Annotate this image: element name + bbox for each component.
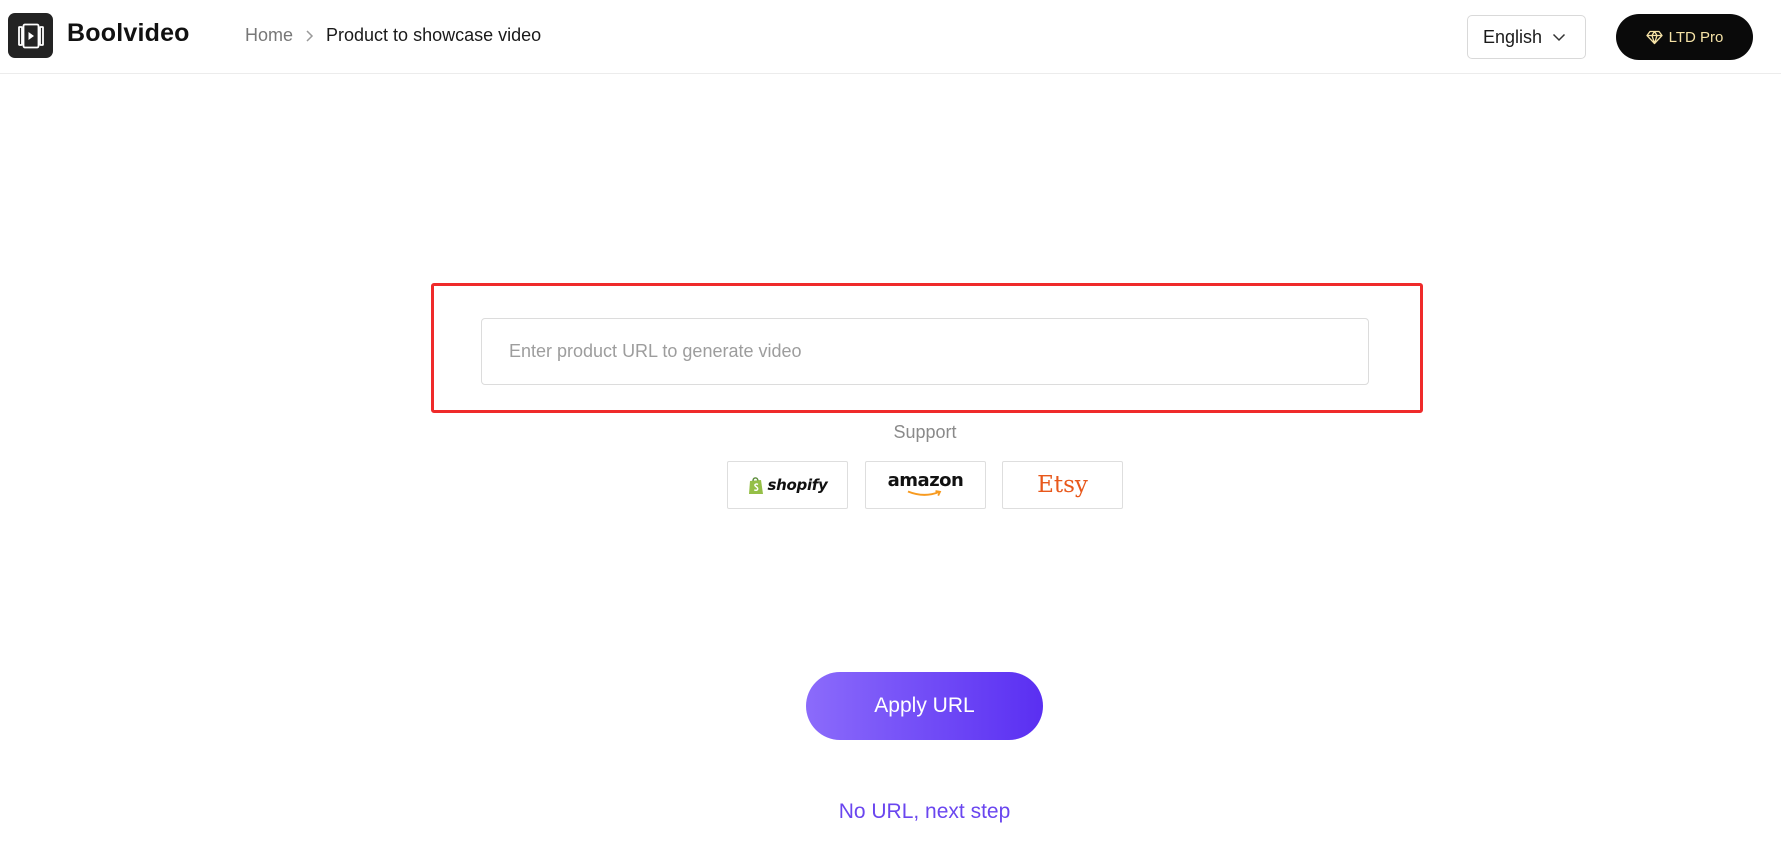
ltd-pro-label: LTD Pro (1668, 28, 1724, 46)
language-selected-label: English (1483, 26, 1543, 47)
shopify-label: shopify (767, 476, 828, 494)
platform-etsy[interactable]: Etsy (1002, 461, 1123, 509)
chevron-right-icon (305, 29, 314, 43)
support-label: Support (893, 422, 957, 442)
shopify-bag-icon (748, 476, 763, 494)
diamond-icon (1645, 30, 1663, 45)
no-url-next-step-link[interactable]: No URL, next step (0, 800, 1781, 824)
amazon-label: amazon (887, 470, 964, 491)
brand-name[interactable]: Boolvideo (67, 19, 190, 48)
breadcrumb-current: Product to showcase video (326, 25, 542, 45)
breadcrumb: Home Product to showcase video (245, 25, 541, 46)
product-url-input[interactable] (481, 318, 1369, 385)
language-select[interactable]: English (1467, 15, 1586, 59)
video-frame-icon (17, 23, 44, 48)
etsy-label: Etsy (1037, 472, 1088, 498)
breadcrumb-home-link[interactable]: Home (245, 25, 293, 46)
boolvideo-logo-icon[interactable] (8, 13, 53, 58)
platform-amazon[interactable]: amazon (865, 461, 986, 509)
amazon-smile-icon (907, 490, 941, 496)
platform-shopify[interactable]: shopify (727, 461, 848, 509)
ltd-pro-button[interactable]: LTD Pro (1616, 14, 1753, 60)
chevron-down-icon (1552, 33, 1566, 42)
apply-url-button[interactable]: Apply URL (806, 672, 1043, 740)
top-header: Boolvideo Home Product to showcase video… (0, 0, 1781, 74)
